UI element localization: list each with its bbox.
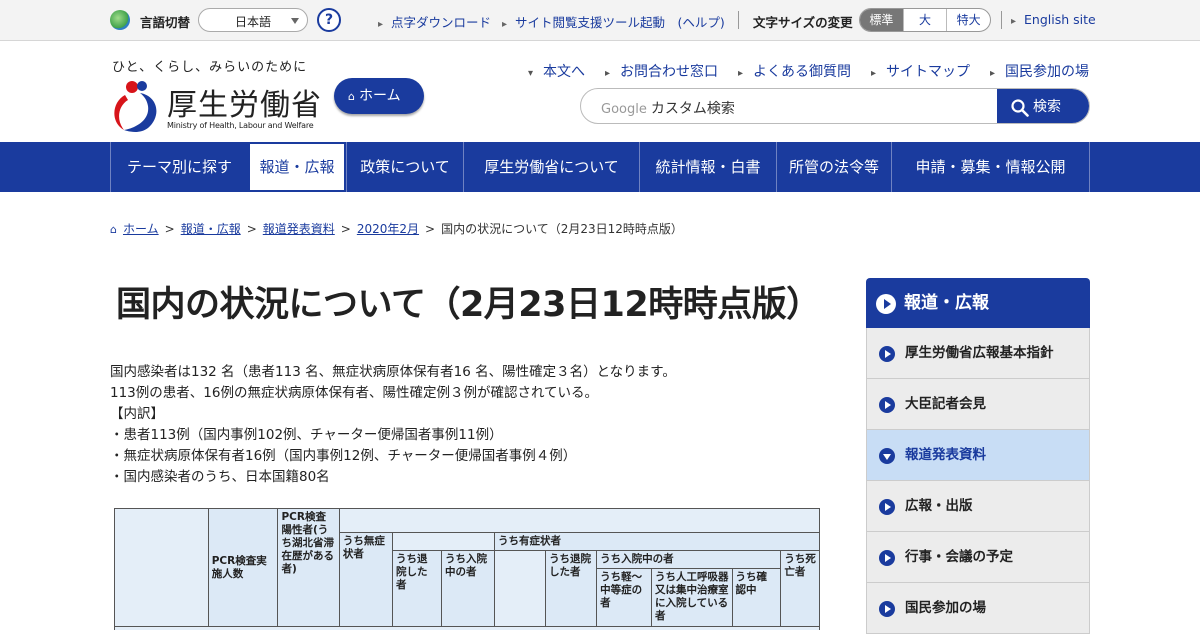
table-header-cell: PCR検査陽性者(うち湖北省滞在歴がある者) bbox=[277, 508, 340, 627]
language-label: 言語切替 bbox=[140, 15, 191, 30]
gnav-item-themes[interactable]: テーマ別に探す bbox=[110, 142, 248, 192]
table-header-cell: PCR検査実施人数 bbox=[207, 508, 279, 627]
braille-download-link[interactable]: 点字ダウンロード bbox=[378, 12, 491, 31]
table-header-blank bbox=[494, 550, 547, 627]
site-tagline: ひと、くらし、みらいのために bbox=[112, 60, 308, 75]
search-button-label: 検索 bbox=[1033, 99, 1061, 115]
table-header-cell: うち確認中 bbox=[731, 568, 782, 627]
breadcrumb-current: 国内の状況について（2月23日12時時点版） bbox=[441, 222, 683, 236]
site-logo-text[interactable]: 厚生労働省 bbox=[167, 80, 322, 124]
side-nav-item-press-releases[interactable]: 報道発表資料 bbox=[866, 430, 1090, 481]
table-header-blank bbox=[392, 532, 496, 551]
side-nav-item-label: 国民参加の場 bbox=[905, 600, 986, 616]
browsing-support-link[interactable]: サイト閲覧支援ツール起動 (ヘルプ) bbox=[502, 12, 725, 31]
side-nav-heading-label: 報道・広報 bbox=[904, 293, 989, 313]
font-size-label: 文字サイズの変更 bbox=[753, 15, 853, 30]
font-size-switcher: 標準 大 特大 bbox=[859, 8, 991, 32]
skip-to-content-link[interactable]: 本文へ bbox=[528, 61, 585, 81]
search-placeholder: カスタム検索 bbox=[650, 101, 735, 117]
breadcrumb: ⌂ ホーム > 報道・広報 > 報道発表資料 >2020年2月 > 国内の状況について（2月23… bbox=[110, 222, 683, 236]
arrow-right-circle-icon bbox=[879, 346, 895, 362]
paragraph: ・無症状病原体保有者16例（国内事例12例、チャーター便帰国者事例４例） bbox=[110, 448, 577, 464]
side-nav-item-participation[interactable]: 国民参加の場 bbox=[866, 583, 1090, 634]
breadcrumb-month[interactable]: 2020年2月 bbox=[357, 222, 419, 236]
breadcrumb-home[interactable]: ホーム bbox=[123, 222, 159, 236]
table-header-cell: うち退院した者 bbox=[545, 550, 598, 627]
side-nav-item-label: 行事・会議の予定 bbox=[905, 549, 1013, 565]
breadcrumb-press[interactable]: 報道・広報 bbox=[181, 222, 241, 236]
language-select[interactable]: 日本語 bbox=[198, 8, 308, 32]
table-header-blank bbox=[338, 508, 820, 533]
home-icon: ⌂ bbox=[348, 90, 355, 103]
arrow-right-circle-icon bbox=[879, 550, 895, 566]
home-button-label: ホーム bbox=[358, 88, 401, 104]
article-body: 国内感染者は132 名（患者113 名、無症状病原体保有者16 名、陽性確定３名… bbox=[110, 362, 676, 488]
page-title: 国内の状況について（2月23日12時時点版） bbox=[116, 285, 821, 325]
font-size-xlarge-button[interactable]: 特大 bbox=[946, 9, 990, 31]
paragraph: 【内訳】 bbox=[110, 406, 164, 422]
gnav-item-applications[interactable]: 申請・募集・情報公開 bbox=[891, 142, 1090, 192]
gnav-item-laws[interactable]: 所管の法令等 bbox=[776, 142, 891, 192]
divider bbox=[738, 11, 739, 29]
table-corner-cell bbox=[114, 508, 209, 627]
table-header-cell: うち入院中の者 bbox=[440, 550, 496, 627]
arrow-right-circle-icon bbox=[879, 397, 895, 413]
side-nav-item-events[interactable]: 行事・会議の予定 bbox=[866, 532, 1090, 583]
paragraph: 国内感染者は132 名（患者113 名、無症状病原体保有者16 名、陽性確定３名… bbox=[110, 364, 676, 380]
table-header-cell: うち死亡者 bbox=[780, 550, 820, 627]
arrow-right-circle-icon bbox=[876, 294, 896, 314]
divider bbox=[1001, 11, 1002, 29]
paragraph: ・国内感染者のうち、日本国籍80名 bbox=[110, 469, 330, 485]
breadcrumb-press-releases[interactable]: 報道発表資料 bbox=[263, 222, 335, 236]
language-selected-value: 日本語 bbox=[235, 15, 272, 29]
status-table: PCR検査実施人数 PCR検査陽性者(うち湖北省滞在歴がある者) うち無症状者 … bbox=[114, 508, 820, 630]
table-row bbox=[114, 626, 820, 630]
table-header-cell: うち入院中の者 bbox=[596, 550, 782, 569]
table-header-cell: うち人工呼吸器又は集中治療室に入院している者 bbox=[650, 568, 733, 627]
paragraph: ・患者113例（国内事例102例、チャーター便帰国者事例11例） bbox=[110, 427, 503, 443]
gnav-item-press[interactable]: 報道・広報 bbox=[248, 142, 346, 192]
side-nav-heading[interactable]: 報道・広報 bbox=[866, 278, 1090, 328]
gnav-item-statistics[interactable]: 統計情報・白書 bbox=[639, 142, 776, 192]
table-header-cell: うち軽〜中等症の者 bbox=[596, 568, 652, 627]
table-header-cell: うち無症状者 bbox=[338, 532, 394, 627]
mhlw-logo-icon[interactable] bbox=[110, 78, 162, 133]
chevron-down-icon bbox=[291, 18, 299, 24]
side-nav-item-label: 報道発表資料 bbox=[905, 447, 986, 463]
search-button[interactable]: 検索 bbox=[997, 89, 1089, 123]
global-nav: テーマ別に探す 報道・広報 政策について 厚生労働省について 統計情報・白書 所… bbox=[0, 142, 1200, 192]
english-site-link[interactable]: English site bbox=[1011, 12, 1096, 27]
utility-bar: 言語切替 日本語 ? 点字ダウンロード サイト閲覧支援ツール起動 (ヘルプ) 文… bbox=[0, 0, 1200, 41]
search-input[interactable]: Google カスタム検索 bbox=[601, 98, 735, 118]
side-nav-item-minister-press[interactable]: 大臣記者会見 bbox=[866, 379, 1090, 430]
side-nav-item-publications[interactable]: 広報・出版 bbox=[866, 481, 1090, 532]
side-nav-item-pr-guideline[interactable]: 厚生労働省広報基本指針 bbox=[866, 328, 1090, 379]
search-brand: Google bbox=[601, 102, 647, 117]
site-logo-english: Ministry of Health, Labour and Welfare bbox=[167, 121, 314, 130]
font-size-standard-button[interactable]: 標準 bbox=[860, 9, 903, 31]
home-icon: ⌂ bbox=[110, 223, 117, 236]
arrow-down-circle-icon bbox=[879, 448, 895, 464]
globe-icon bbox=[110, 10, 130, 30]
side-nav-item-label: 広報・出版 bbox=[905, 498, 973, 514]
arrow-right-circle-icon bbox=[879, 601, 895, 617]
paragraph: 113例の患者、16例の無症状病原体保有者、陽性確定例３例が確認されている。 bbox=[110, 385, 599, 401]
gnav-item-policy[interactable]: 政策について bbox=[346, 142, 463, 192]
gnav-item-about[interactable]: 厚生労働省について bbox=[463, 142, 639, 192]
search-icon bbox=[1011, 99, 1029, 117]
side-nav-item-label: 厚生労働省広報基本指針 bbox=[905, 345, 1054, 361]
table-header-cell: うち有症状者 bbox=[494, 532, 820, 551]
sitemap-link[interactable]: サイトマップ bbox=[871, 61, 970, 81]
contact-link[interactable]: お問合わせ窓口 bbox=[605, 61, 718, 81]
arrow-right-circle-icon bbox=[879, 499, 895, 515]
home-button[interactable]: ⌂ ホーム bbox=[334, 78, 424, 114]
help-icon[interactable]: ? bbox=[317, 8, 341, 32]
public-participation-link[interactable]: 国民参加の場 bbox=[990, 61, 1089, 81]
side-nav: 報道・広報 厚生労働省広報基本指針 大臣記者会見 報道発表資料 広報・出版 行事… bbox=[866, 278, 1090, 634]
faq-link[interactable]: よくある御質問 bbox=[738, 61, 851, 81]
side-nav-item-label: 大臣記者会見 bbox=[905, 396, 986, 412]
font-size-large-button[interactable]: 大 bbox=[902, 9, 947, 31]
table-header-cell: うち退院した者 bbox=[392, 550, 442, 627]
search-box: Google カスタム検索 検索 bbox=[580, 88, 1090, 124]
